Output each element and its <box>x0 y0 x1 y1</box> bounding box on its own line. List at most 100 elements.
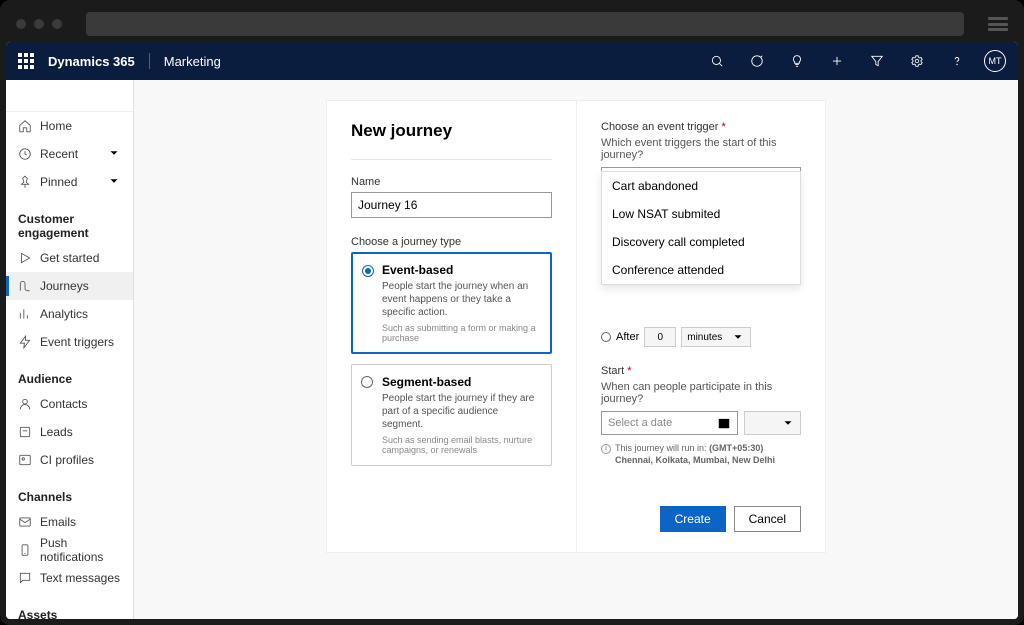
sms-icon <box>18 571 32 585</box>
app-launcher-icon[interactable] <box>18 53 34 69</box>
sidebar-item-analytics[interactable]: Analytics <box>6 300 133 328</box>
trigger-dropdown: Cart abandonedLow NSAT submitedDiscovery… <box>601 171 801 285</box>
after-label: After <box>616 331 639 343</box>
gear-icon[interactable] <box>904 48 930 74</box>
date-placeholder: Select a date <box>608 417 672 429</box>
sidebar-item-label: Contacts <box>40 397 87 411</box>
chevron-down-icon <box>107 146 121 163</box>
time-input[interactable] <box>744 411 801 435</box>
sidebar-item-leads[interactable]: Leads <box>6 418 133 446</box>
chevron-down-icon <box>731 330 745 344</box>
sidebar-item-label: Get started <box>40 251 99 265</box>
timezone-note: i This journey will run in: (GMT+05:30) … <box>601 443 801 466</box>
hamburger-icon <box>18 89 32 103</box>
profile-icon <box>18 453 32 467</box>
radio-icon <box>601 332 611 342</box>
sidebar-item-label: Journeys <box>40 279 89 293</box>
home-icon <box>18 119 32 133</box>
radio-description: People start the journey when an event h… <box>382 280 541 319</box>
date-input[interactable]: Select a date <box>601 411 738 435</box>
window-dot <box>52 19 62 29</box>
radio-icon <box>361 376 373 388</box>
app-name: Marketing <box>164 54 221 69</box>
bolt-icon <box>18 335 32 349</box>
sidebar-item-emails[interactable]: Emails <box>6 508 133 536</box>
sidebar-item-label: Leads <box>40 425 73 439</box>
sidebar-section-title: Audience <box>6 364 133 390</box>
radio-icon <box>362 265 374 277</box>
info-icon: i <box>601 444 611 454</box>
sidebar-item-contacts[interactable]: Contacts <box>6 390 133 418</box>
lightbulb-icon[interactable] <box>784 48 810 74</box>
dropdown-option[interactable]: Cart abandoned <box>602 172 800 200</box>
sidebar-section-title: Assets <box>6 600 133 619</box>
pin-icon <box>18 175 32 189</box>
name-label: Name <box>351 176 552 188</box>
new-journey-panel: New journey Name Choose a journey type E… <box>326 100 826 553</box>
sidebar-item-label: Text messages <box>40 571 120 585</box>
dropdown-option[interactable]: Conference attended <box>602 256 800 284</box>
sidebar-item-journeys[interactable]: Journeys <box>6 272 133 300</box>
type-label: Choose a journey type <box>351 236 552 248</box>
chevron-down-icon <box>781 416 795 430</box>
leads-icon <box>18 425 32 439</box>
user-avatar[interactable]: MT <box>984 50 1006 72</box>
sidebar-item-push-notifications[interactable]: Push notifications <box>6 536 133 564</box>
radio-title: Segment-based <box>382 375 541 389</box>
sidebar-item-label: Pinned <box>40 175 77 189</box>
sidebar-item-text-messages[interactable]: Text messages <box>6 564 133 592</box>
trigger-description: Which event triggers the start of this j… <box>601 137 801 161</box>
mail-icon <box>18 515 32 529</box>
cancel-button[interactable]: Cancel <box>734 506 801 532</box>
radio-hint: Such as sending email blasts, nurture ca… <box>382 435 541 455</box>
filter-icon[interactable] <box>864 48 890 74</box>
browser-menu-icon[interactable] <box>988 17 1008 31</box>
url-bar[interactable] <box>86 12 964 36</box>
name-input[interactable] <box>351 192 552 218</box>
window-dot <box>34 19 44 29</box>
sidebar-item-pinned[interactable]: Pinned <box>6 168 133 196</box>
sidebar-item-recent[interactable]: Recent <box>6 140 133 168</box>
journey-type-segment-based[interactable]: Segment-based People start the journey i… <box>351 364 552 466</box>
target-icon[interactable] <box>744 48 770 74</box>
help-icon[interactable] <box>944 48 970 74</box>
sidebar-item-label: Analytics <box>40 307 88 321</box>
radio-title: Event-based <box>382 263 541 277</box>
after-value-input[interactable] <box>644 327 676 347</box>
divider <box>351 159 552 160</box>
clock-icon <box>18 147 32 161</box>
push-icon <box>18 543 32 557</box>
chart-icon <box>18 307 32 321</box>
create-button[interactable]: Create <box>660 506 726 532</box>
sidebar-section-title: Channels <box>6 482 133 508</box>
sidebar-section-title: Customer engagement <box>6 204 133 244</box>
start-description: When can people participate in this jour… <box>601 381 801 405</box>
radio-hint: Such as submitting a form or making a pu… <box>382 323 541 343</box>
person-icon <box>18 397 32 411</box>
sidebar-item-get-started[interactable]: Get started <box>6 244 133 272</box>
chevron-down-icon <box>107 174 121 191</box>
dropdown-option[interactable]: Low NSAT submited <box>602 200 800 228</box>
after-unit-select[interactable]: minutes <box>681 327 751 347</box>
trigger-label: Choose an event trigger <box>601 121 801 133</box>
sidebar-item-label: CI profiles <box>40 453 94 467</box>
sidebar-item-label: Recent <box>40 147 78 161</box>
play-icon <box>18 251 32 265</box>
dropdown-option[interactable]: Discovery call completed <box>602 228 800 256</box>
search-icon[interactable] <box>704 48 730 74</box>
divider <box>149 53 150 69</box>
main-content: New journey Name Choose a journey type E… <box>134 80 1018 619</box>
window-dot <box>16 19 26 29</box>
sidebar-collapse-toggle[interactable] <box>6 80 133 112</box>
journey-type-event-based[interactable]: Event-based People start the journey whe… <box>351 252 552 354</box>
sidebar-item-ci-profiles[interactable]: CI profiles <box>6 446 133 474</box>
sidebar-item-label: Event triggers <box>40 335 114 349</box>
sidebar-item-label: Emails <box>40 515 76 529</box>
sidebar-item-event-triggers[interactable]: Event triggers <box>6 328 133 356</box>
route-icon <box>18 279 32 293</box>
calendar-icon <box>717 416 731 430</box>
sidebar-item-home[interactable]: Home <box>6 112 133 140</box>
after-option[interactable]: After minutes <box>601 327 801 347</box>
sidebar-item-label: Push notifications <box>40 536 121 564</box>
plus-icon[interactable] <box>824 48 850 74</box>
